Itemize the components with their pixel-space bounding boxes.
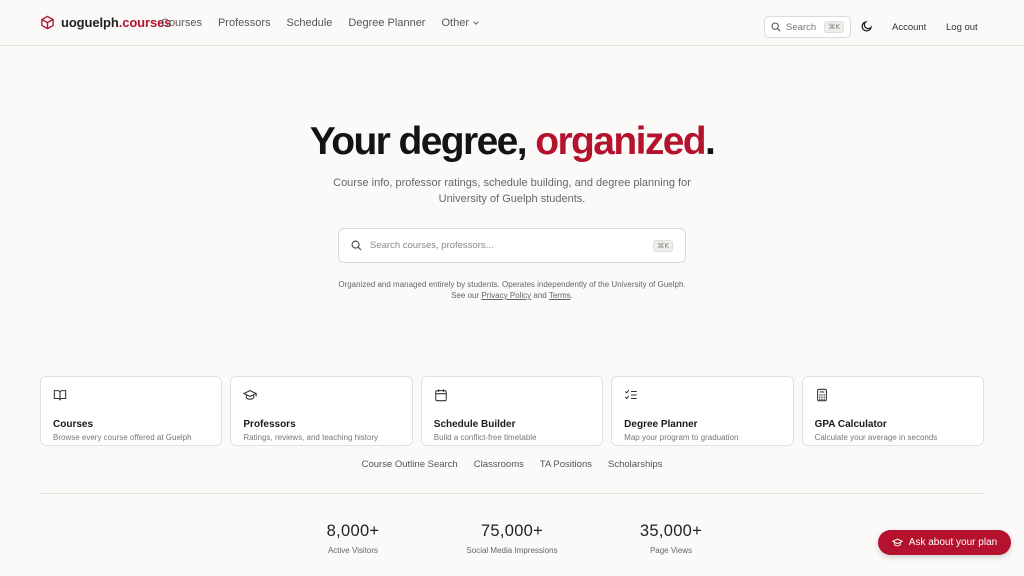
section-divider xyxy=(40,493,984,494)
graduation-cap-icon xyxy=(891,538,903,547)
nav-search-label: Search xyxy=(786,21,817,33)
search-icon xyxy=(771,22,781,32)
ask-about-plan-button[interactable]: Ask about your plan xyxy=(878,530,1011,555)
card-professors[interactable]: Professors Ratings, reviews, and teachin… xyxy=(230,376,413,446)
card-description: Browse every course offered at Guelph xyxy=(53,433,192,442)
account-link[interactable]: Account xyxy=(892,22,926,33)
stat-page-views: 35,000+ Page Views xyxy=(630,522,712,555)
link-scholarships[interactable]: Scholarships xyxy=(608,459,662,470)
secondary-links: Course Outline Search Classrooms TA Posi… xyxy=(0,459,1024,470)
chevron-down-icon xyxy=(473,21,479,25)
hero-search-input[interactable] xyxy=(370,240,646,251)
cube-logo-icon xyxy=(41,15,54,30)
nav-link-degree-planner[interactable]: Degree Planner xyxy=(348,17,425,29)
nav-link-other-label: Other xyxy=(441,17,469,29)
privacy-policy-link[interactable]: Privacy Policy xyxy=(481,291,531,300)
link-classrooms[interactable]: Classrooms xyxy=(474,459,524,470)
stat-label: Page Views xyxy=(649,546,693,555)
site-logo[interactable]: uoguelph.courses xyxy=(40,15,171,30)
stat-label: Social Media Impressions xyxy=(466,546,558,555)
moon-icon[interactable] xyxy=(861,20,873,32)
calendar-icon xyxy=(435,389,447,402)
calculator-icon xyxy=(816,388,827,402)
checklist-icon xyxy=(625,389,637,400)
terms-link[interactable]: Terms xyxy=(549,291,571,300)
logo-text: uoguelph.courses xyxy=(61,15,172,30)
stat-label: Active Visitors xyxy=(327,546,379,555)
search-icon xyxy=(351,240,362,251)
stat-social-impressions: 75,000+ Social Media Impressions xyxy=(457,522,567,555)
feature-cards: Courses Browse every course offered at G… xyxy=(40,376,984,446)
card-degree-planner[interactable]: Degree Planner Map your program to gradu… xyxy=(611,376,794,446)
card-title: Courses xyxy=(53,419,94,430)
stat-value: 35,000+ xyxy=(639,522,703,540)
stat-value: 8,000+ xyxy=(326,522,380,540)
link-course-outline-search[interactable]: Course Outline Search xyxy=(362,459,458,470)
ask-about-plan-label: Ask about your plan xyxy=(908,537,998,548)
nav-link-schedule[interactable]: Schedule xyxy=(287,17,333,29)
link-ta-positions[interactable]: TA Positions xyxy=(540,459,592,470)
card-description: Map your program to graduation xyxy=(624,433,739,442)
nav-link-courses[interactable]: Courses xyxy=(161,17,202,29)
nav-dropdown-other[interactable]: Other xyxy=(441,17,480,29)
graduation-cap-icon xyxy=(243,390,258,400)
top-nav: uoguelph.courses Courses Professors Sche… xyxy=(0,0,1024,46)
disclaimer: Organized and managed entirely by studen… xyxy=(338,280,686,300)
card-description: Calculate your average in seconds xyxy=(814,433,938,442)
card-title: Professors xyxy=(243,419,296,430)
nav-search-button[interactable]: Search ⌘K xyxy=(764,16,851,38)
logout-link[interactable]: Log out xyxy=(946,22,978,33)
hero-subtitle: Course info, professor ratings, schedule… xyxy=(333,177,691,205)
hero-search-shortcut: ⌘K xyxy=(653,239,673,252)
card-gpa-calculator[interactable]: GPA Calculator Calculate your average in… xyxy=(801,376,984,446)
nav-search-shortcut: ⌘K xyxy=(824,21,844,33)
card-schedule-builder[interactable]: Schedule Builder Build a conflict-free t… xyxy=(420,376,604,446)
book-icon xyxy=(53,390,67,401)
card-courses[interactable]: Courses Browse every course offered at G… xyxy=(40,376,223,446)
stat-value: 75,000+ xyxy=(480,522,544,540)
card-title: GPA Calculator xyxy=(814,419,887,430)
nav-link-professors[interactable]: Professors xyxy=(218,17,271,29)
card-title: Degree Planner xyxy=(624,419,698,430)
nav-links: Courses Professors Schedule Degree Plann… xyxy=(161,0,480,46)
stat-active-visitors: 8,000+ Active Visitors xyxy=(312,522,394,555)
card-description: Ratings, reviews, and teaching history xyxy=(243,433,379,442)
hero-search-box[interactable]: ⌘K xyxy=(338,228,686,263)
hero-title: Your degree, organized. xyxy=(309,120,716,163)
card-description: Build a conflict-free timetable xyxy=(433,433,537,442)
card-title: Schedule Builder xyxy=(433,419,516,430)
